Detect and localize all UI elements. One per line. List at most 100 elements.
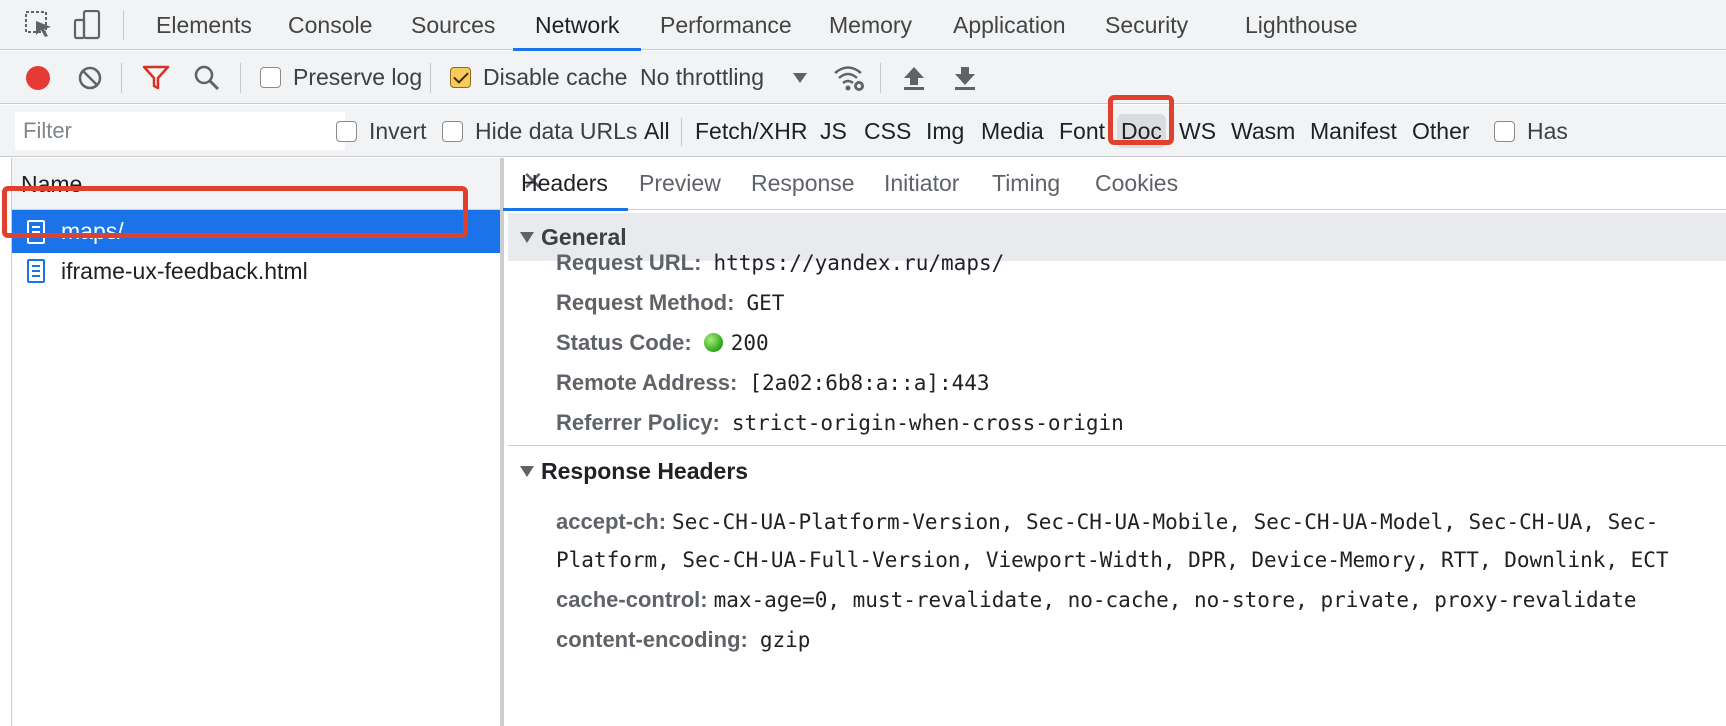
tab-response[interactable]: Response xyxy=(751,158,855,210)
tab-lighthouse[interactable]: Lighthouse xyxy=(1245,0,1358,50)
content-encoding-key: content-encoding: xyxy=(556,627,748,652)
has-blocked-checkbox[interactable]: Has xyxy=(1494,105,1568,157)
has-blocked-box[interactable] xyxy=(1494,120,1515,142)
response-headers-section-header[interactable]: Response Headers xyxy=(508,445,1726,497)
type-filter-img[interactable]: Img xyxy=(926,105,964,157)
general-title: General xyxy=(541,223,627,250)
type-filter-other[interactable]: Other xyxy=(1412,105,1470,157)
type-filter-js[interactable]: JS xyxy=(820,105,847,157)
tab-timing[interactable]: Timing xyxy=(992,158,1060,210)
type-filter-wasm[interactable]: Wasm xyxy=(1231,105,1295,157)
type-filter-manifest[interactable]: Manifest xyxy=(1310,105,1397,157)
invert-checkbox[interactable]: Invert xyxy=(336,105,427,157)
request-name: maps/ xyxy=(61,218,124,244)
content-encoding-row: content-encoding: gzip xyxy=(556,627,810,653)
clear-icon[interactable] xyxy=(78,51,102,104)
cache-control-value: max-age=0, must-revalidate, no-cache, no… xyxy=(713,588,1637,612)
disable-cache-checkbox[interactable]: Disable cache xyxy=(450,51,627,104)
preserve-log-label: Preserve log xyxy=(293,64,423,90)
type-filter-all[interactable]: All xyxy=(644,105,670,157)
name-column-header[interactable]: Name xyxy=(12,158,500,210)
hide-data-urls-label: Hide data URLs xyxy=(475,117,638,144)
accept-ch-value-line1: Sec-CH-UA-Platform-Version, Sec-CH-UA-Mo… xyxy=(672,510,1659,534)
request-details-panel: ✕ Headers Preview Response Initiator Tim… xyxy=(503,158,1726,726)
type-filter-fetch-xhr[interactable]: Fetch/XHR xyxy=(695,105,807,157)
accept-ch-continuation-row: Platform, Sec-CH-UA-Full-Version, Viewpo… xyxy=(556,547,1669,573)
type-filter-media[interactable]: Media xyxy=(981,105,1044,157)
filter-icon[interactable] xyxy=(142,51,170,104)
throttling-value: No throttling xyxy=(640,64,765,90)
tab-cookies[interactable]: Cookies xyxy=(1095,158,1178,210)
status-code-value: 200 xyxy=(730,331,769,355)
response-headers-title: Response Headers xyxy=(541,458,749,484)
network-toolbar: Preserve log Disable cache No throttling xyxy=(0,51,1726,104)
download-icon[interactable] xyxy=(953,51,977,104)
accept-ch-key: accept-ch: xyxy=(556,509,667,534)
expand-triangle-icon xyxy=(520,466,534,477)
tab-console[interactable]: Console xyxy=(288,0,372,50)
record-icon[interactable] xyxy=(25,51,51,104)
tab-elements[interactable]: Elements xyxy=(156,0,252,50)
tab-initiator[interactable]: Initiator xyxy=(884,158,959,210)
request-row-iframe-ux-feedback[interactable]: iframe-ux-feedback.html xyxy=(12,253,500,289)
tab-performance[interactable]: Performance xyxy=(660,0,792,50)
network-conditions-icon[interactable] xyxy=(833,51,865,104)
request-url-key: Request URL: xyxy=(556,250,702,275)
referrer-policy-key: Referrer Policy: xyxy=(556,410,720,435)
tab-memory[interactable]: Memory xyxy=(829,0,912,50)
tab-network[interactable]: Network xyxy=(512,0,642,51)
tab-preview[interactable]: Preview xyxy=(639,158,721,210)
device-toggle-icon[interactable] xyxy=(73,9,103,40)
disable-cache-label: Disable cache xyxy=(483,64,628,90)
accept-ch-value-line2: Platform, Sec-CH-UA-Full-Version, Viewpo… xyxy=(556,548,1669,572)
request-method-row: Request Method: GET xyxy=(556,290,784,316)
status-code-key: Status Code: xyxy=(556,330,692,355)
dropdown-arrow-icon[interactable] xyxy=(792,51,808,104)
referrer-policy-row: Referrer Policy: strict-origin-when-cross… xyxy=(556,410,1124,436)
request-row-maps[interactable]: maps/ xyxy=(12,210,500,253)
upload-icon[interactable] xyxy=(902,51,926,104)
referrer-policy-value: strict-origin-when-cross-origin xyxy=(731,411,1124,435)
throttling-select[interactable]: No throttling xyxy=(640,51,764,104)
invert-box[interactable] xyxy=(336,120,357,142)
details-tab-bar: ✕ Headers Preview Response Initiator Tim… xyxy=(503,158,1726,211)
expand-triangle-icon xyxy=(520,231,534,243)
cache-control-key: cache-control: xyxy=(556,587,708,612)
content-encoding-value: gzip xyxy=(759,628,811,652)
invert-label: Invert xyxy=(369,117,427,144)
devtools-tab-bar: Elements Console Sources Network Perform… xyxy=(0,0,1726,51)
remote-address-key: Remote Address: xyxy=(556,370,738,395)
type-filter-ws[interactable]: WS xyxy=(1179,105,1216,157)
request-list-panel: Name maps/ iframe-ux-feedback.html xyxy=(11,158,504,726)
search-icon[interactable] xyxy=(194,51,220,104)
remote-address-value: [2a02:6b8:a::a]:443 xyxy=(749,371,990,395)
tab-application[interactable]: Application xyxy=(953,0,1066,50)
request-url-row: Request URL: https://yandex.ru/maps/ xyxy=(556,250,1004,276)
preserve-log-box[interactable] xyxy=(260,67,281,88)
filter-bar: Invert Hide data URLs All Fetch/XHR JS C… xyxy=(0,105,1726,157)
hide-data-urls-box[interactable] xyxy=(442,120,463,142)
hide-data-urls-checkbox[interactable]: Hide data URLs xyxy=(442,105,637,157)
preserve-log-checkbox[interactable]: Preserve log xyxy=(260,51,422,104)
request-name: iframe-ux-feedback.html xyxy=(61,257,308,284)
status-green-dot-icon xyxy=(703,333,723,352)
type-filter-doc[interactable]: Doc xyxy=(1117,114,1166,148)
remote-address-row: Remote Address: [2a02:6b8:a::a]:443 xyxy=(556,370,990,396)
tab-sources[interactable]: Sources xyxy=(411,0,495,50)
request-method-value: GET xyxy=(746,291,785,315)
accept-ch-row: accept-ch: Sec-CH-UA-Platform-Version, Se… xyxy=(556,509,1658,535)
disable-cache-box[interactable] xyxy=(450,67,471,88)
tab-security[interactable]: Security xyxy=(1105,0,1188,50)
tab-headers[interactable]: Headers xyxy=(503,158,628,211)
type-filter-css[interactable]: CSS xyxy=(864,105,911,157)
cache-control-row: cache-control: max-age=0, must-revalidate… xyxy=(556,587,1637,613)
document-icon xyxy=(27,219,45,244)
type-filter-font[interactable]: Font xyxy=(1059,105,1105,157)
document-icon xyxy=(27,259,45,283)
request-method-key: Request Method: xyxy=(556,290,735,315)
status-code-row: Status Code: 200 xyxy=(556,330,769,356)
filter-input[interactable] xyxy=(15,112,345,150)
inspect-icon[interactable] xyxy=(24,10,54,40)
request-url-value: https://yandex.ru/maps/ xyxy=(713,251,1005,275)
has-blocked-label: Has xyxy=(1527,117,1568,144)
